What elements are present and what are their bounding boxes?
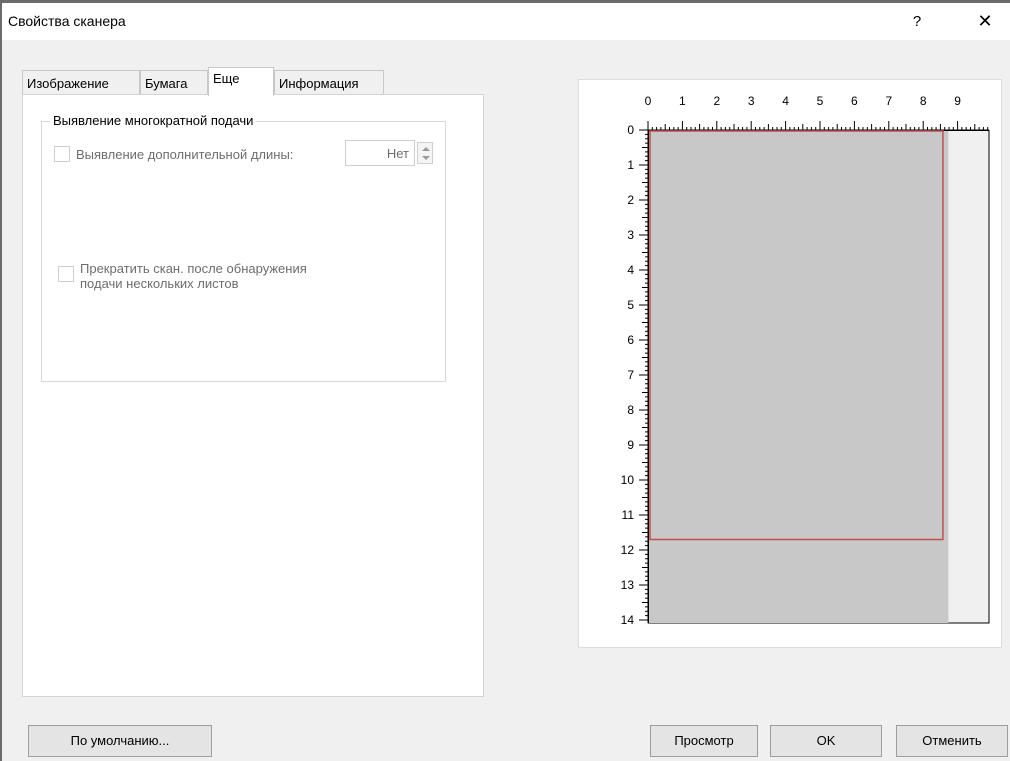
- tab-label: Еще: [213, 71, 240, 86]
- defaults-button[interactable]: По умолчанию...: [28, 725, 212, 757]
- left-ruler-label: 3: [627, 228, 634, 242]
- tab-label: Информация: [279, 76, 359, 91]
- left-ruler-label: 12: [621, 543, 635, 557]
- top-ruler-label: 4: [782, 94, 789, 108]
- length-detection-checkbox[interactable]: [54, 146, 70, 162]
- top-ruler-label: 3: [748, 94, 755, 108]
- top-ruler-label: 9: [954, 94, 961, 108]
- help-button[interactable]: ?: [894, 3, 940, 40]
- stop-scan-label-line1: Прекратить скан. после обнаружения: [80, 261, 307, 276]
- left-ruler-label: 11: [622, 508, 635, 522]
- spin-down-icon[interactable]: [422, 156, 430, 160]
- scan-preview-area[interactable]: 0 1 2 3 4 5 6 7 8 9 0 1 2 3 4 5 6 7 8 9 10 11 12 13 14: [578, 79, 1002, 648]
- stop-scan-checkbox[interactable]: [58, 266, 74, 282]
- left-ruler-label: 13: [621, 578, 635, 592]
- tab-paper[interactable]: Бумага: [140, 70, 208, 95]
- top-ruler-label: 7: [885, 94, 892, 108]
- stop-scan-label: Прекратить скан. после обнаружения подач…: [80, 261, 307, 291]
- left-ruler-label: 14: [621, 613, 635, 627]
- preview-canvas: 0 1 2 3 4 5 6 7 8 901234567891011121314: [621, 94, 990, 627]
- multifeed-detection-group: Выявление многократной подачи Выявление …: [41, 113, 446, 382]
- tab-label: Бумага: [145, 76, 188, 91]
- length-value-spinner[interactable]: [417, 142, 433, 164]
- left-ruler-label: 1: [627, 158, 634, 172]
- preview-button[interactable]: Просмотр: [650, 725, 758, 757]
- left-ruler-label: 7: [627, 368, 634, 382]
- left-ruler-label: 8: [627, 403, 634, 417]
- left-ruler-label: 6: [627, 333, 634, 347]
- length-value-field[interactable]: Нет: [345, 140, 415, 166]
- tab-panel-more: Выявление многократной подачи Выявление …: [22, 94, 484, 697]
- stop-scan-label-line2: подачи нескольких листов: [80, 276, 239, 291]
- page-area: [649, 131, 949, 623]
- left-ruler-label: 9: [627, 438, 634, 452]
- left-ruler-label: 0: [627, 123, 634, 137]
- left-ruler-label: 2: [627, 193, 634, 207]
- scanner-properties-window: Свойства сканера ? ✕ Изображение Бумага …: [0, 0, 1010, 761]
- tab-information[interactable]: Информация: [274, 70, 384, 95]
- ok-button[interactable]: OK: [770, 725, 882, 757]
- group-title: Выявление многократной подачи: [50, 113, 257, 128]
- top-ruler-label: 8: [920, 94, 927, 108]
- tab-image[interactable]: Изображение: [22, 70, 140, 95]
- top-ruler-label: 1: [679, 94, 686, 108]
- left-ruler-label: 10: [621, 473, 635, 487]
- window-title: Свойства сканера: [8, 13, 126, 29]
- length-detection-label: Выявление дополнительной длины:: [76, 147, 294, 162]
- top-ruler-label: 5: [817, 94, 824, 108]
- top-ruler-label: 6: [851, 94, 858, 108]
- length-value: Нет: [386, 146, 409, 161]
- title-bar: Свойства сканера ? ✕: [2, 3, 1010, 40]
- left-ruler-label: 4: [627, 263, 634, 277]
- left-ruler-label: 5: [627, 298, 634, 312]
- tab-label: Изображение: [27, 76, 109, 91]
- top-ruler-label: 0: [645, 94, 652, 108]
- close-button[interactable]: ✕: [962, 3, 1008, 40]
- spin-up-icon[interactable]: [422, 147, 430, 151]
- tab-more[interactable]: Еще: [208, 67, 274, 96]
- cancel-button[interactable]: Отменить: [896, 725, 1008, 757]
- top-ruler-label: 2: [713, 94, 720, 108]
